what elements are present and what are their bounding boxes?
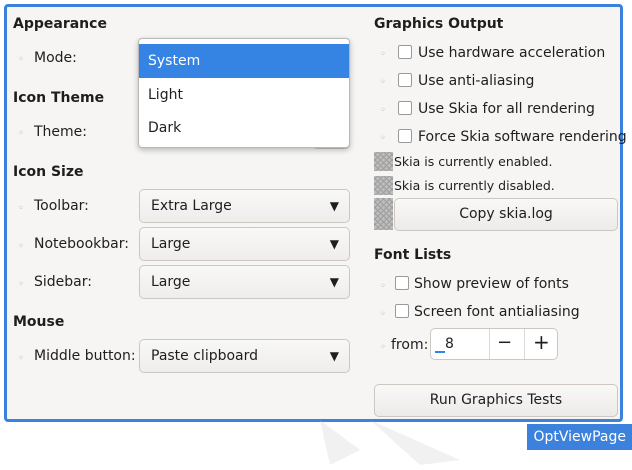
skia-all-label: Use Skia for all rendering xyxy=(418,101,595,117)
dropdown-arrow-icon: ▼ xyxy=(329,275,339,289)
run-graphics-tests-button[interactable]: Run Graphics Tests xyxy=(374,384,618,417)
sidebar-size-combo[interactable]: Large ▼ xyxy=(139,265,350,299)
toolbar-size-combo[interactable]: Extra Large ▼ xyxy=(139,189,350,223)
indent-marker: ◦ xyxy=(380,309,386,320)
icon-size-heading: Icon Size xyxy=(13,164,84,180)
indent-marker: ◦ xyxy=(18,203,24,214)
indent-marker: ◦ xyxy=(18,54,24,65)
notebookbar-label: Notebookbar: xyxy=(34,236,129,252)
sidebar-label: Sidebar: xyxy=(34,274,92,290)
indent-marker: ◦ xyxy=(18,353,24,364)
notebookbar-size-value: Large xyxy=(151,236,191,252)
indent-marker: ◦ xyxy=(380,105,386,116)
mode-option-dark[interactable]: Dark xyxy=(139,111,349,145)
mode-option-light[interactable]: Light xyxy=(139,78,349,112)
sidebar-size-value: Large xyxy=(151,274,191,290)
font-preview-checkbox[interactable] xyxy=(395,276,409,290)
toolbar-label: Toolbar: xyxy=(34,198,89,214)
notebookbar-size-combo[interactable]: Large ▼ xyxy=(139,227,350,261)
font-antialiasing-checkbox[interactable] xyxy=(395,304,409,318)
mouse-heading: Mouse xyxy=(13,314,65,330)
skia-all-checkbox[interactable] xyxy=(398,101,412,115)
anti-aliasing-label: Use anti-aliasing xyxy=(418,73,535,89)
indent-marker: ◦ xyxy=(18,241,24,252)
indent-marker: ◦ xyxy=(380,342,386,353)
font-lists-heading: Font Lists xyxy=(374,247,452,263)
icon-theme-heading: Icon Theme xyxy=(13,90,105,106)
placeholder-icon xyxy=(374,152,393,171)
skia-enabled-text: Skia is currently enabled. xyxy=(394,154,553,169)
plus-icon[interactable]: + xyxy=(533,330,550,354)
mode-label: Mode: xyxy=(34,50,77,66)
text-cursor xyxy=(435,351,445,353)
skia-software-checkbox[interactable] xyxy=(398,129,412,143)
middle-button-label: Middle button: xyxy=(34,348,136,364)
middle-button-value: Paste clipboard xyxy=(151,348,259,364)
indent-marker: ◦ xyxy=(18,128,24,139)
from-label: from: xyxy=(391,337,429,353)
watermark-logo xyxy=(320,420,460,465)
hardware-acceleration-label: Use hardware acceleration xyxy=(418,45,606,61)
graphics-output-heading: Graphics Output xyxy=(374,16,504,32)
hardware-acceleration-checkbox[interactable] xyxy=(398,45,412,59)
font-preview-label: Show preview of fonts xyxy=(414,276,569,292)
anti-aliasing-checkbox[interactable] xyxy=(398,73,412,87)
indent-marker: ◦ xyxy=(380,281,386,292)
indent-marker: ◦ xyxy=(380,133,386,144)
copy-skia-log-button[interactable]: Copy skia.log xyxy=(394,198,618,231)
theme-label: Theme: xyxy=(34,124,88,140)
font-size-spinbutton[interactable]: 8 − + xyxy=(430,328,558,360)
mode-option-system[interactable]: System xyxy=(139,44,349,78)
placeholder-icon xyxy=(374,198,393,230)
dropdown-arrow-icon: ▼ xyxy=(329,237,339,251)
mode-dropdown-list: System Light Dark xyxy=(138,38,350,148)
spin-divider xyxy=(489,329,490,359)
page-name-tag: OptViewPage xyxy=(527,424,632,450)
skia-software-label: Force Skia software rendering xyxy=(418,129,627,145)
font-size-value[interactable]: 8 xyxy=(445,336,454,352)
toolbar-size-value: Extra Large xyxy=(151,198,232,214)
placeholder-icon xyxy=(374,176,393,195)
indent-marker: ◦ xyxy=(380,77,386,88)
font-antialiasing-label: Screen font antialiasing xyxy=(414,304,580,320)
appearance-heading: Appearance xyxy=(13,16,107,32)
dropdown-arrow-icon: ▼ xyxy=(329,199,339,213)
skia-disabled-text: Skia is currently disabled. xyxy=(394,178,555,193)
minus-icon[interactable]: − xyxy=(497,332,512,353)
dropdown-arrow-icon: ▼ xyxy=(329,349,339,363)
indent-marker: ◦ xyxy=(18,279,24,290)
middle-button-combo[interactable]: Paste clipboard ▼ xyxy=(139,339,350,373)
spin-divider xyxy=(524,329,525,359)
indent-marker: ◦ xyxy=(380,49,386,60)
